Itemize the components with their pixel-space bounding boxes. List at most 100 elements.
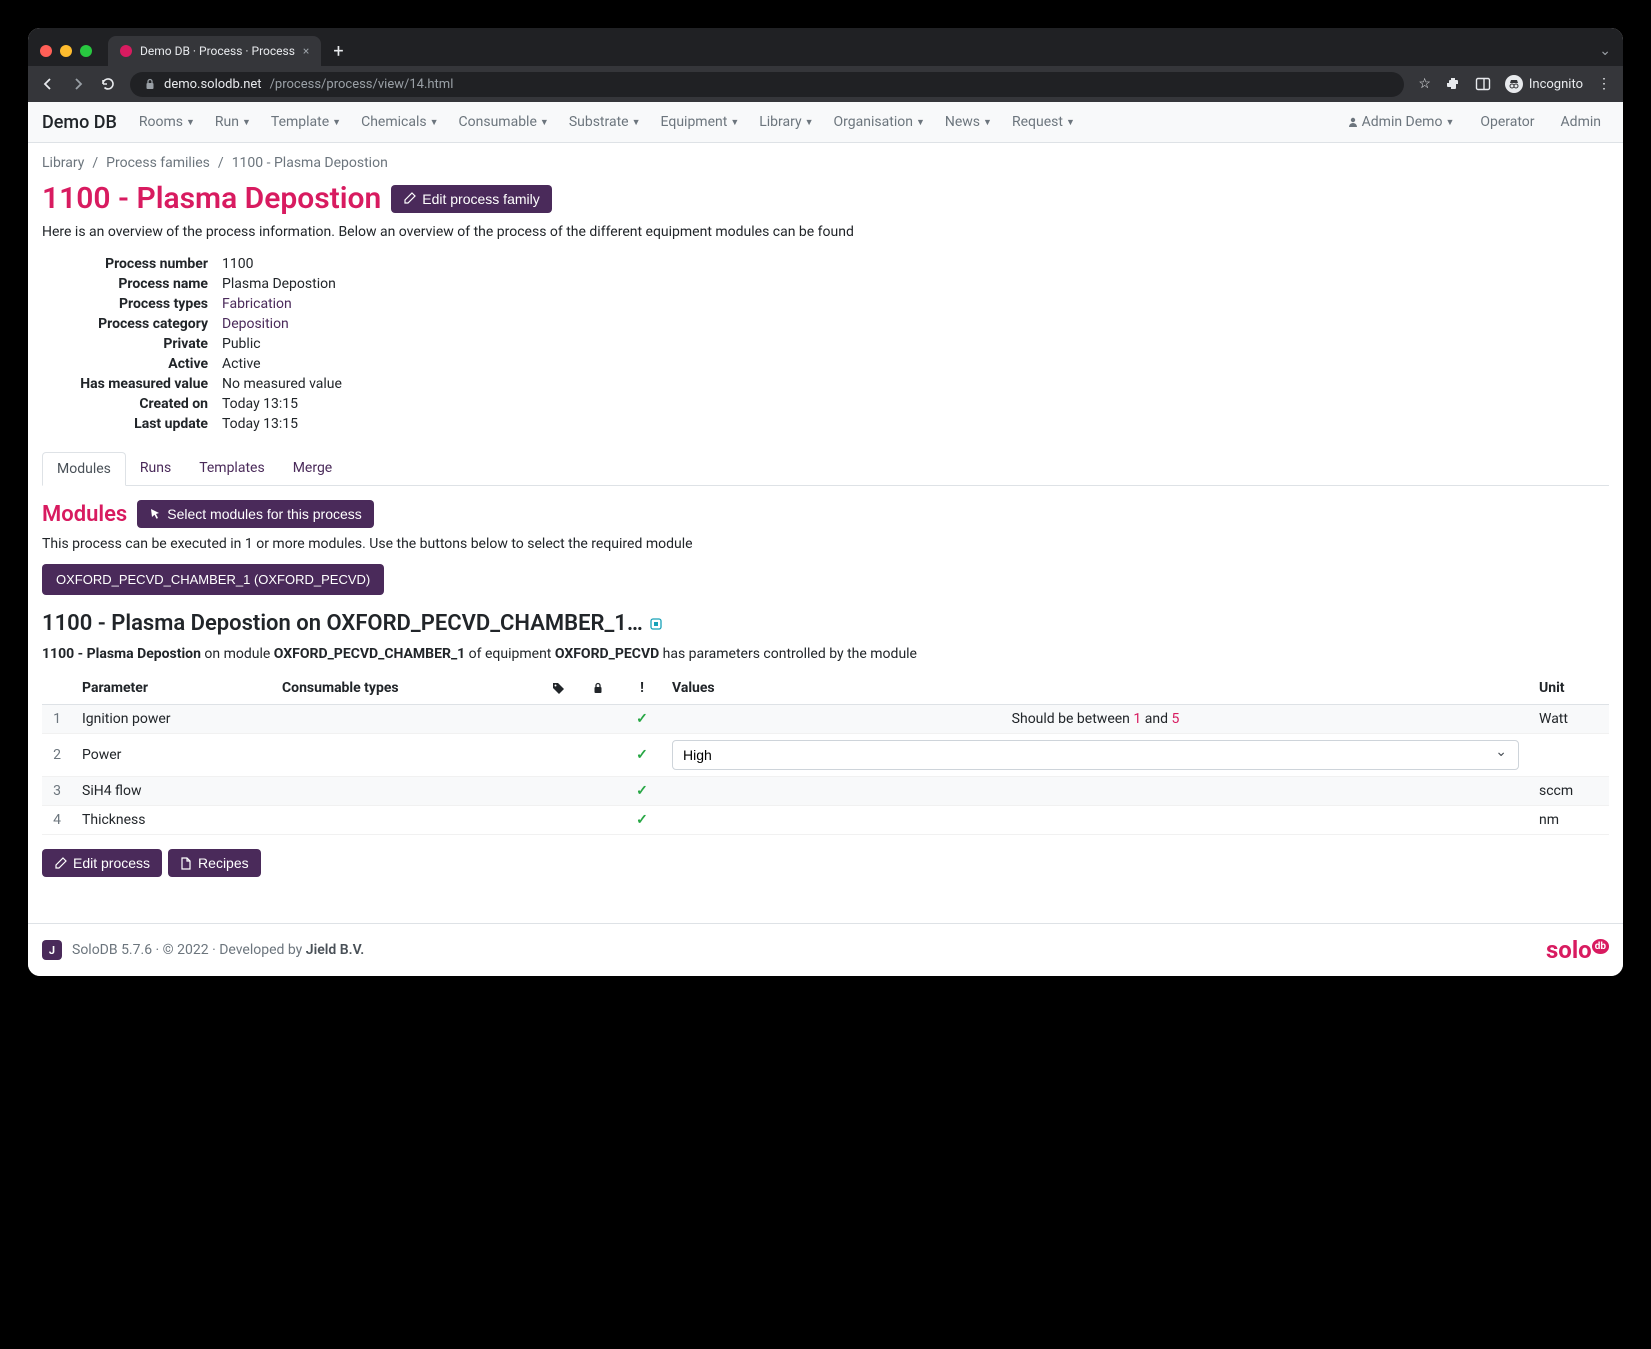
- table-row: 2 Power ✓ High: [42, 734, 1609, 777]
- tab-overflow-button[interactable]: ⌄: [1599, 43, 1611, 59]
- detail-label: Process number: [42, 256, 222, 272]
- nav-template[interactable]: Template▼: [263, 110, 349, 134]
- nav-run[interactable]: Run▼: [207, 110, 259, 134]
- browser-menu-button[interactable]: ⋮: [1597, 76, 1611, 92]
- breadcrumb: Library / Process families / 1100 - Plas…: [42, 155, 1609, 171]
- row-consumable: [272, 705, 542, 734]
- extensions-button[interactable]: [1445, 76, 1461, 92]
- row-value: Should be between 1 and 5: [662, 705, 1529, 734]
- row-parameter: Ignition power: [72, 705, 272, 734]
- detail-label: Process types: [42, 296, 222, 312]
- maximize-window-button[interactable]: [80, 45, 92, 57]
- app-navbar: Demo DB Rooms▼ Run▼ Template▼ Chemicals▼…: [28, 102, 1623, 143]
- nav-operator[interactable]: Operator: [1472, 110, 1542, 134]
- lock-icon: [592, 682, 604, 694]
- nav-request[interactable]: Request▼: [1004, 110, 1083, 134]
- row-tag: [542, 734, 582, 777]
- tag-icon: [552, 682, 565, 695]
- row-required: ✓: [622, 705, 662, 734]
- nav-organisation[interactable]: Organisation▼: [826, 110, 933, 134]
- row-consumable: [272, 806, 542, 835]
- document-icon: [180, 857, 192, 870]
- detail-value: 1100: [222, 256, 253, 272]
- url-domain: demo.solodb.net: [164, 77, 262, 92]
- reload-button[interactable]: [100, 76, 116, 92]
- detail-label: Private: [42, 336, 222, 352]
- page-content: Library / Process families / 1100 - Plas…: [28, 143, 1623, 923]
- row-consumable: [272, 734, 542, 777]
- nav-library[interactable]: Library▼: [751, 110, 821, 134]
- module-title: 1100 - Plasma Depostion on OXFORD_PECVD_…: [42, 611, 1609, 636]
- detail-value: No measured value: [222, 376, 342, 392]
- check-icon: ✓: [636, 812, 648, 828]
- close-tab-button[interactable]: ×: [303, 44, 309, 58]
- edit-process-family-button[interactable]: Edit process family: [391, 185, 551, 213]
- col-required: !: [622, 672, 662, 705]
- detail-value-link[interactable]: Fabrication: [222, 296, 292, 312]
- window-controls: [40, 45, 92, 57]
- detail-value-link[interactable]: Deposition: [222, 316, 289, 332]
- module-description: 1100 - Plasma Depostion on module OXFORD…: [42, 646, 1609, 662]
- new-tab-button[interactable]: +: [333, 41, 343, 62]
- select-modules-button[interactable]: Select modules for this process: [137, 500, 374, 528]
- incognito-icon: [1505, 75, 1523, 93]
- brand[interactable]: Demo DB: [42, 112, 117, 133]
- modules-description: This process can be executed in 1 or mor…: [42, 536, 1609, 552]
- row-tag: [542, 705, 582, 734]
- recipes-button[interactable]: Recipes: [168, 849, 261, 877]
- tab-templates[interactable]: Templates: [185, 452, 279, 485]
- nav-rooms[interactable]: Rooms▼: [131, 110, 203, 134]
- nav-chemicals[interactable]: Chemicals▼: [353, 110, 446, 134]
- module-chip[interactable]: OXFORD_PECVD_CHAMBER_1 (OXFORD_PECVD): [42, 564, 384, 595]
- row-tag: [542, 777, 582, 806]
- row-parameter: Power: [72, 734, 272, 777]
- detail-label: Process category: [42, 316, 222, 332]
- row-index: 2: [42, 734, 72, 777]
- row-required: ✓: [622, 777, 662, 806]
- edit-process-button[interactable]: Edit process: [42, 849, 162, 877]
- back-button[interactable]: [40, 76, 56, 92]
- nav-admin[interactable]: Admin: [1553, 110, 1609, 134]
- browser-tab[interactable]: Demo DB · Process · Process ×: [108, 36, 321, 66]
- row-lock: [582, 806, 622, 835]
- minimize-window-button[interactable]: [60, 45, 72, 57]
- modules-heading: Modules Select modules for this process: [42, 500, 374, 528]
- breadcrumb-current: 1100 - Plasma Depostion: [232, 155, 388, 171]
- detail-label: Created on: [42, 396, 222, 412]
- nav-consumable[interactable]: Consumable▼: [451, 110, 557, 134]
- user-icon: [1347, 116, 1359, 128]
- solodb-logo: solodb: [1546, 936, 1609, 964]
- close-window-button[interactable]: [40, 45, 52, 57]
- tab-merge[interactable]: Merge: [279, 452, 347, 485]
- col-index: [42, 672, 72, 705]
- process-details: Process number1100 Process namePlasma De…: [42, 254, 1609, 434]
- tab-runs[interactable]: Runs: [126, 452, 185, 485]
- address-bar[interactable]: demo.solodb.net/process/process/view/14.…: [130, 72, 1404, 97]
- detail-label: Has measured value: [42, 376, 222, 392]
- row-tag: [542, 806, 582, 835]
- breadcrumb-families[interactable]: Process families: [106, 155, 210, 171]
- detail-value: Public: [222, 336, 261, 352]
- row-value: [662, 777, 1529, 806]
- nav-user[interactable]: Admin Demo▼: [1339, 110, 1463, 134]
- tabs: Modules Runs Templates Merge: [42, 452, 1609, 486]
- power-select[interactable]: High: [672, 740, 1519, 770]
- breadcrumb-library[interactable]: Library: [42, 155, 84, 171]
- row-lock: [582, 777, 622, 806]
- col-tag: [542, 672, 582, 705]
- detail-label: Last update: [42, 416, 222, 432]
- bookmark-button[interactable]: ☆: [1418, 76, 1431, 92]
- incognito-indicator[interactable]: Incognito: [1505, 75, 1583, 93]
- detail-label: Process name: [42, 276, 222, 292]
- row-parameter: SiH4 flow: [72, 777, 272, 806]
- nav-substrate[interactable]: Substrate▼: [561, 110, 649, 134]
- nav-equipment[interactable]: Equipment▼: [653, 110, 748, 134]
- tab-title: Demo DB · Process · Process: [140, 44, 295, 58]
- forward-button[interactable]: [70, 76, 86, 92]
- browser-window: Demo DB · Process · Process × + ⌄ demo.s…: [28, 28, 1623, 976]
- browser-toolbar: demo.solodb.net/process/process/view/14.…: [28, 66, 1623, 102]
- panel-button[interactable]: [1475, 76, 1491, 92]
- tab-modules[interactable]: Modules: [42, 452, 126, 486]
- nav-news[interactable]: News▼: [937, 110, 1000, 134]
- tab-favicon: [120, 45, 132, 57]
